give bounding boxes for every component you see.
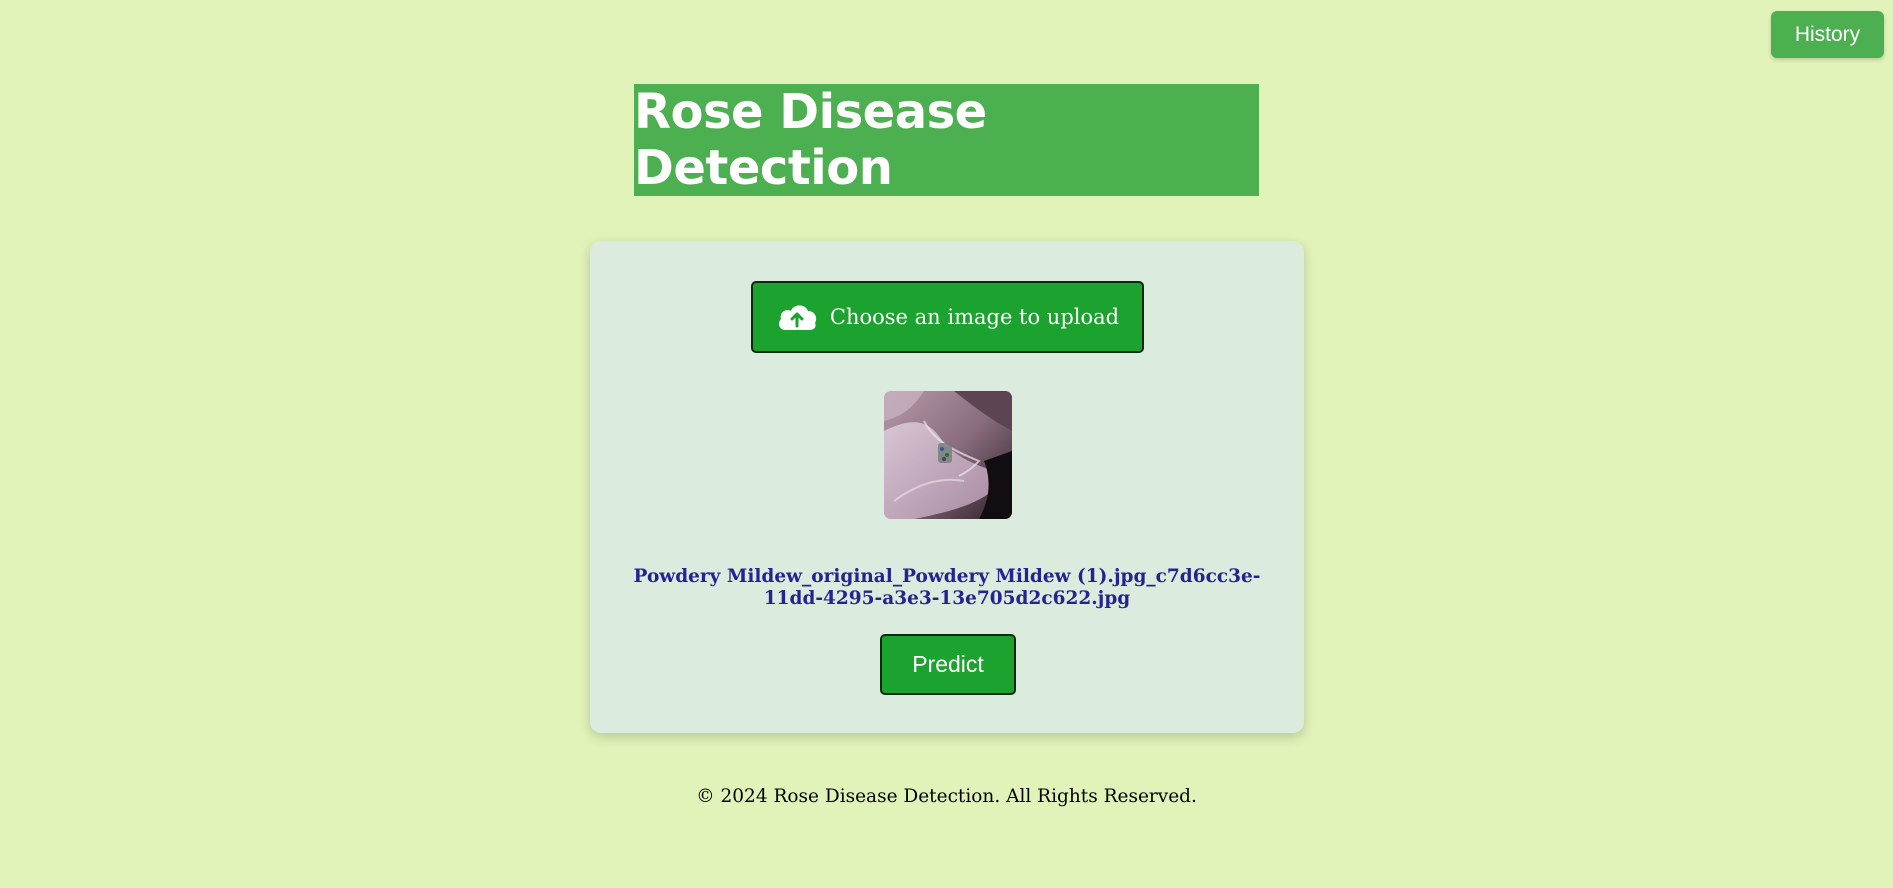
- upload-card: Choose an image to upload Powdery Mildew…: [590, 241, 1304, 733]
- cloud-upload-icon: [776, 301, 818, 333]
- uploaded-filename: Powdery Mildew_original_Powdery Mildew (…: [633, 566, 1261, 609]
- choose-image-label: Choose an image to upload: [829, 305, 1120, 329]
- history-button[interactable]: History: [1771, 11, 1884, 58]
- choose-image-button[interactable]: Choose an image to upload: [751, 281, 1144, 353]
- image-preview: [884, 391, 1012, 519]
- footer-copyright: © 2024 Rose Disease Detection. All Right…: [696, 786, 1197, 807]
- title-banner: Rose Disease Detection: [634, 84, 1259, 196]
- page-title: Rose Disease Detection: [634, 84, 987, 196]
- predict-button[interactable]: Predict: [880, 634, 1016, 695]
